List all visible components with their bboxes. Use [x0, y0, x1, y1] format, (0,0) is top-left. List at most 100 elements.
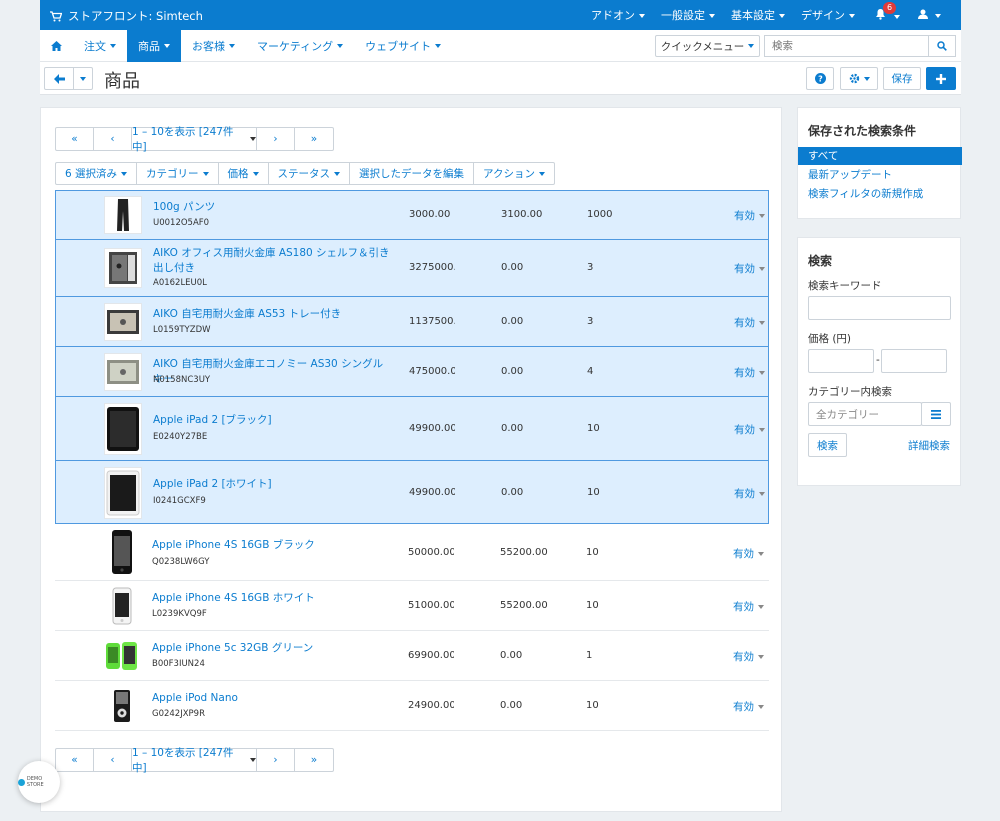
product-thumbnail[interactable] — [103, 586, 141, 626]
chevron-down-icon — [759, 321, 765, 325]
next-page-button[interactable]: › — [257, 128, 295, 150]
product-price: 1137500.00 — [409, 316, 455, 327]
product-name-link[interactable]: Apple iPod Nano — [152, 691, 392, 706]
product-row[interactable]: AIKO 自宅用耐火金庫 AS53 トレー付き L0159TYZDW 11375… — [55, 296, 769, 346]
status-dropdown[interactable]: 有効 — [733, 599, 764, 614]
save-button[interactable]: 保存 — [883, 67, 921, 90]
product-thumbnail[interactable] — [103, 528, 141, 576]
status-label: 有効 — [734, 424, 755, 436]
product-thumbnail[interactable] — [104, 196, 142, 234]
status-dropdown[interactable]: 有効 — [734, 261, 765, 276]
product-code: L0239KVQ9F — [152, 609, 207, 619]
product-name-link[interactable]: AIKO 自宅用耐火金庫 AS53 トレー付き — [153, 307, 393, 322]
keyword-input[interactable] — [808, 296, 951, 320]
product-name-link[interactable]: Apple iPhone 4S 16GB ブラック — [152, 538, 392, 553]
last-page-button[interactable]: » — [295, 749, 333, 771]
menu-design[interactable]: デザイン — [793, 7, 863, 23]
page-range-dropdown[interactable]: 1 – 10を表示 [247件中] — [132, 747, 257, 774]
actions-dropdown[interactable]: アクション — [474, 163, 554, 184]
price-from-input[interactable] — [808, 349, 874, 373]
prev-page-button[interactable]: ‹ — [94, 128, 132, 150]
product-thumbnail[interactable] — [104, 248, 142, 288]
product-name-link[interactable]: Apple iPad 2 [ブラック] — [153, 413, 393, 428]
search-submit-button[interactable]: 検索 — [808, 433, 847, 457]
product-row[interactable]: Apple iPhone 4S 16GB ブラック Q0238LW6GY 500… — [55, 524, 769, 581]
menu-basic-settings[interactable]: 基本設定 — [723, 7, 793, 23]
product-name-link[interactable]: Apple iPad 2 [ホワイト] — [153, 477, 393, 492]
product-thumbnail[interactable] — [104, 303, 142, 341]
last-page-button[interactable]: » — [295, 128, 333, 150]
product-row[interactable]: Apple iPad 2 [ブラック] E0240Y27BE 49900.00 … — [55, 396, 769, 460]
nav-home[interactable] — [40, 30, 73, 62]
first-page-button[interactable]: « — [56, 128, 94, 150]
edit-selected-label: 選択したデータを編集 — [359, 168, 465, 180]
product-thumbnail[interactable] — [104, 403, 142, 455]
saved-search-all[interactable]: すべて — [798, 147, 962, 165]
edit-selected-button[interactable]: 選択したデータを編集 — [350, 163, 475, 184]
status-filter[interactable]: ステータス — [269, 163, 351, 184]
product-quantity: 10 — [586, 700, 599, 711]
demo-store-badge[interactable]: DEMO STORE — [18, 761, 60, 803]
price-filter[interactable]: 価格 — [219, 163, 269, 184]
chevron-down-icon — [893, 14, 900, 19]
quick-menu-label: クイックメニュー — [660, 40, 745, 53]
product-name-link[interactable]: AIKO オフィス用耐火金庫 AS180 シェルフ＆引き出し付き — [153, 246, 393, 276]
first-page-button[interactable]: « — [56, 749, 94, 771]
saved-search-new-filter[interactable]: 検索フィルタの新規作成 — [798, 185, 962, 203]
price-to-input[interactable] — [881, 349, 947, 373]
notifications-button[interactable]: 6 — [867, 1, 908, 23]
nav-marketing[interactable]: マーケティング — [246, 30, 354, 62]
quick-menu-button[interactable]: クイックメニュー — [655, 35, 760, 57]
status-dropdown[interactable]: 有効 — [734, 422, 765, 437]
selected-count-dropdown[interactable]: 6 選択済み — [56, 163, 138, 184]
status-dropdown[interactable]: 有効 — [733, 546, 764, 561]
next-page-button[interactable]: › — [257, 749, 295, 771]
nav-customers[interactable]: お客様 — [181, 30, 246, 62]
status-dropdown[interactable]: 有効 — [734, 486, 765, 501]
selected-count-label: 6 選択済み — [65, 168, 118, 180]
status-dropdown[interactable]: 有効 — [734, 365, 765, 380]
menu-addons[interactable]: アドオン — [583, 7, 653, 23]
nav-products[interactable]: 商品 — [127, 30, 181, 62]
search-button[interactable] — [928, 35, 956, 57]
product-row[interactable]: Apple iPad 2 [ホワイト] I0241GCXF9 49900.00 … — [55, 460, 769, 524]
nav-orders[interactable]: 注文 — [73, 30, 127, 62]
help-button[interactable]: ? — [806, 67, 834, 90]
status-dropdown[interactable]: 有効 — [734, 208, 765, 223]
product-row[interactable]: AIKO オフィス用耐火金庫 AS180 シェルフ＆引き出し付き A0162LE… — [55, 239, 769, 296]
product-row[interactable]: Apple iPhone 5c 32GB グリーン B00F3IUN24 699… — [55, 631, 769, 681]
product-row[interactable]: 100g パンツ U0012O5AF0 3000.00 3100.00 1000… — [55, 190, 769, 239]
status-dropdown[interactable]: 有効 — [734, 315, 765, 330]
category-filter[interactable]: カテゴリー — [137, 163, 219, 184]
page-range-dropdown[interactable]: 1 – 10を表示 [247件中] — [132, 126, 257, 153]
saved-search-latest[interactable]: 最新アップデート — [798, 166, 962, 184]
menu-general-settings[interactable]: 一般設定 — [653, 7, 723, 23]
chevron-down-icon — [252, 171, 259, 176]
product-thumbnail[interactable] — [104, 353, 142, 391]
nav-website[interactable]: ウェブサイト — [354, 30, 452, 62]
advanced-search-link[interactable]: 詳細検索 — [908, 438, 950, 453]
product-row[interactable]: Apple iPod Nano G0242JXP9R 24900.00 0.00… — [55, 681, 769, 731]
settings-button[interactable] — [840, 67, 878, 90]
prev-page-button[interactable]: ‹ — [94, 749, 132, 771]
product-name-link[interactable]: 100g パンツ — [153, 200, 393, 215]
history-dropdown[interactable] — [73, 67, 93, 90]
search-input[interactable] — [764, 35, 928, 57]
status-dropdown[interactable]: 有効 — [733, 699, 764, 714]
storefront-selector[interactable]: ストアフロント: Simtech — [50, 8, 203, 24]
status-dropdown[interactable]: 有効 — [733, 649, 764, 664]
user-menu[interactable] — [910, 9, 950, 22]
back-button[interactable] — [44, 67, 74, 90]
product-row[interactable]: AIKO 自宅用耐火金庫エコノミー AS30 シングルキー N0158NC3UY… — [55, 346, 769, 396]
product-thumbnail[interactable] — [103, 686, 141, 726]
product-code: N0158NC3UY — [153, 375, 211, 385]
product-name-link[interactable]: Apple iPhone 5c 32GB グリーン — [152, 641, 392, 656]
category-input[interactable]: 全カテゴリー — [808, 402, 922, 426]
category-picker-button[interactable] — [921, 402, 951, 426]
add-product-button[interactable] — [926, 67, 956, 90]
product-thumbnail[interactable] — [104, 467, 142, 519]
chevron-down-icon — [758, 705, 764, 709]
product-row[interactable]: Apple iPhone 4S 16GB ホワイト L0239KVQ9F 510… — [55, 581, 769, 631]
product-name-link[interactable]: Apple iPhone 4S 16GB ホワイト — [152, 591, 392, 606]
product-thumbnail[interactable] — [103, 636, 141, 676]
